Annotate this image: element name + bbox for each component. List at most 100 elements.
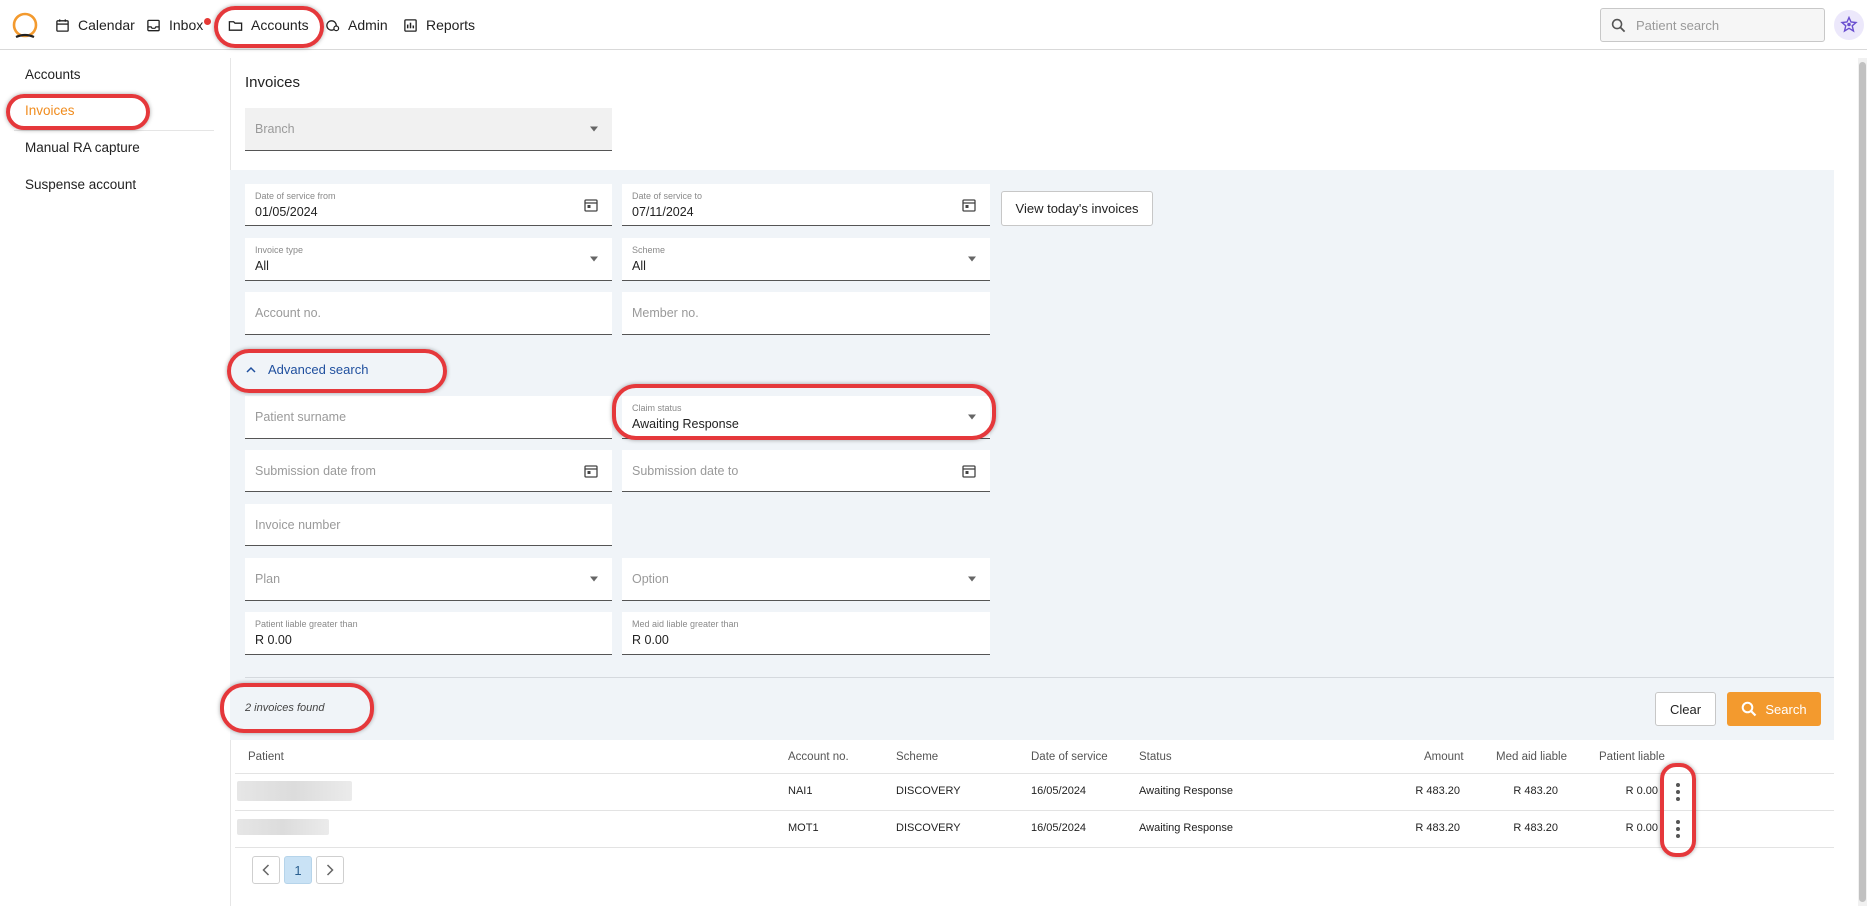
nav-admin[interactable]: Admin	[325, 14, 388, 36]
cell-account-no: MOT1	[788, 822, 819, 834]
patient-surname-field[interactable]: Patient surname	[245, 396, 612, 439]
date-to-label: Date of service to	[632, 191, 703, 201]
calendar-picker-icon[interactable]	[962, 198, 976, 212]
table-header-divider	[235, 773, 1834, 774]
member-no-placeholder: Member no.	[632, 306, 699, 320]
inbox-notification-dot	[204, 18, 212, 25]
chevron-down-icon	[590, 576, 598, 582]
chevron-down-icon	[590, 256, 598, 262]
app-logo-icon[interactable]	[10, 11, 40, 41]
branch-select[interactable]: Branch	[245, 108, 612, 151]
chevron-left-icon	[262, 864, 270, 876]
branch-placeholder: Branch	[255, 122, 295, 136]
cell-amount: R 483.20	[1415, 785, 1460, 797]
cell-patient-liable: R 0.00	[1625, 785, 1658, 797]
submission-date-to-field[interactable]: Submission date to	[622, 450, 990, 492]
claim-status-select[interactable]: Claim status Awaiting Response	[622, 396, 990, 439]
patient-surname-placeholder: Patient surname	[255, 410, 347, 424]
column-header-patient-liable[interactable]: Patient liable	[1599, 751, 1665, 763]
sidebar-item-manual-ra-capture[interactable]: Manual RA capture	[25, 140, 140, 155]
pagination-next-button[interactable]	[316, 856, 344, 884]
calendar-icon	[56, 18, 69, 32]
account-no-field[interactable]: Account no.	[245, 292, 612, 335]
submission-to-placeholder: Submission date to	[632, 463, 739, 478]
scheme-label: Scheme	[632, 245, 666, 255]
cell-account-no: NAI1	[788, 785, 813, 797]
scheme-select[interactable]: Scheme All	[622, 238, 990, 281]
invoice-type-select[interactable]: Invoice type All	[245, 238, 612, 281]
column-header-patient[interactable]: Patient	[248, 751, 284, 763]
chevron-right-icon	[326, 864, 334, 876]
invoice-number-placeholder: Invoice number	[255, 517, 341, 532]
cell-status: Awaiting Response	[1139, 785, 1233, 797]
option-select[interactable]: Option	[622, 558, 990, 601]
advanced-search-toggle[interactable]: Advanced search	[246, 362, 368, 377]
calendar-picker-icon[interactable]	[584, 464, 598, 478]
pagination-page-button[interactable]: 1	[284, 856, 312, 884]
date-of-service-from-field[interactable]: Date of service from 01/05/2024	[245, 184, 612, 226]
member-no-field[interactable]: Member no.	[622, 292, 990, 335]
column-header-scheme[interactable]: Scheme	[896, 751, 938, 763]
patient-search-input[interactable]	[1636, 17, 1806, 33]
row-actions-menu-icon[interactable]	[1671, 781, 1685, 803]
sidebar-item-invoices[interactable]: Invoices	[25, 103, 75, 118]
view-todays-invoices-button[interactable]: View today's invoices	[1001, 191, 1153, 226]
redacted-patient-name	[237, 819, 329, 835]
calendar-picker-icon[interactable]	[962, 464, 976, 478]
search-icon	[1742, 701, 1757, 717]
medaid-liable-value: R 0.00	[632, 633, 669, 647]
chevron-down-icon	[968, 414, 976, 420]
column-header-med-aid-liable[interactable]: Med aid liable	[1496, 751, 1567, 763]
row-actions-menu-icon[interactable]	[1671, 818, 1685, 840]
search-button[interactable]: Search	[1727, 692, 1821, 726]
sidebar: Accounts Invoices Manual RA capture Susp…	[0, 50, 230, 906]
chevron-down-icon	[968, 576, 976, 582]
user-menu-button[interactable]	[1834, 10, 1864, 40]
nav-inbox[interactable]: Inbox	[146, 14, 212, 36]
column-header-status[interactable]: Status	[1139, 751, 1172, 763]
sidebar-divider	[14, 130, 214, 131]
scrollbar-thumb[interactable]	[1859, 62, 1866, 902]
cell-status: Awaiting Response	[1139, 822, 1233, 834]
cell-scheme: DISCOVERY	[896, 785, 961, 797]
sidebar-item-accounts[interactable]: Accounts	[25, 67, 81, 82]
nav-inbox-label: Inbox	[169, 17, 212, 33]
chevron-down-icon	[590, 126, 598, 132]
invoice-number-field[interactable]: Invoice number	[245, 504, 612, 546]
sidebar-item-suspense-account[interactable]: Suspense account	[25, 177, 136, 192]
column-header-date-of-service[interactable]: Date of service	[1031, 751, 1108, 763]
patient-search-box	[1600, 8, 1825, 42]
nav-accounts[interactable]: Accounts	[228, 14, 309, 36]
cell-med-aid-liable: R 483.20	[1513, 822, 1558, 834]
clear-button[interactable]: Clear	[1655, 692, 1716, 726]
pagination-prev-button[interactable]	[252, 856, 280, 884]
plan-placeholder: Plan	[255, 572, 281, 586]
medaid-liable-field[interactable]: Med aid liable greater than R 0.00	[622, 612, 990, 655]
submission-from-placeholder: Submission date from	[255, 463, 376, 478]
column-header-account-no[interactable]: Account no.	[788, 751, 849, 763]
chevron-up-icon	[246, 366, 256, 373]
submission-date-from-field[interactable]: Submission date from	[245, 450, 612, 492]
cell-patient-liable: R 0.00	[1625, 822, 1658, 834]
reports-icon	[404, 18, 417, 32]
patient-liable-value: R 0.00	[255, 633, 292, 647]
page-scrollbar[interactable]	[1858, 58, 1867, 906]
cell-med-aid-liable: R 483.20	[1513, 785, 1558, 797]
cell-amount: R 483.20	[1415, 822, 1460, 834]
search-icon	[1611, 18, 1626, 32]
patient-liable-field[interactable]: Patient liable greater than R 0.00	[245, 612, 612, 655]
cell-scheme: DISCOVERY	[896, 822, 961, 834]
column-header-amount[interactable]: Amount	[1424, 751, 1464, 763]
nav-admin-label: Admin	[348, 17, 388, 33]
calendar-picker-icon[interactable]	[584, 198, 598, 212]
date-of-service-to-field[interactable]: Date of service to 07/11/2024	[622, 184, 990, 226]
table-row-divider	[235, 847, 1834, 848]
scheme-value: All	[632, 259, 646, 273]
plan-select[interactable]: Plan	[245, 558, 612, 601]
account-no-placeholder: Account no.	[255, 306, 322, 320]
claim-status-label: Claim status	[632, 403, 682, 413]
nav-reports[interactable]: Reports	[403, 14, 475, 36]
nav-calendar[interactable]: Calendar	[55, 14, 135, 36]
date-from-label: Date of service from	[255, 191, 336, 201]
admin-icon	[326, 19, 340, 31]
